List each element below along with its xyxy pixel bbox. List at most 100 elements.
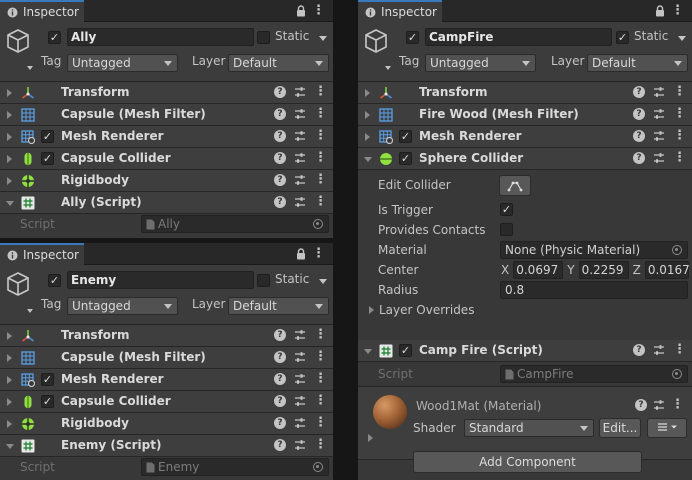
script-object-field[interactable]: Ally bbox=[141, 215, 329, 233]
component-enabled-checkbox[interactable] bbox=[41, 152, 54, 165]
component-transform[interactable]: Transform ? ⋮ bbox=[0, 82, 333, 104]
foldout-arrow-icon[interactable] bbox=[7, 420, 12, 428]
tab-inspector[interactable]: Inspector bbox=[0, 243, 84, 265]
foldout-arrow-icon[interactable] bbox=[7, 354, 12, 362]
component-enabled-checkbox[interactable] bbox=[41, 395, 54, 408]
preset-sliders-icon[interactable] bbox=[653, 86, 665, 98]
component-enabled-checkbox[interactable] bbox=[41, 130, 54, 143]
component-capsule-collider[interactable]: Capsule Collider ?⋮ bbox=[0, 391, 333, 413]
object-picker-icon[interactable] bbox=[313, 462, 323, 472]
static-checkbox[interactable] bbox=[257, 31, 270, 44]
component-menu-icon[interactable]: ⋮ bbox=[314, 173, 327, 186]
preset-sliders-icon[interactable] bbox=[294, 329, 306, 341]
component-menu-icon[interactable]: ⋮ bbox=[314, 85, 327, 98]
is-trigger-checkbox[interactable] bbox=[500, 203, 513, 216]
component-mesh-filter[interactable]: Capsule (Mesh Filter) ? ⋮ bbox=[0, 347, 333, 369]
foldout-arrow-icon[interactable] bbox=[7, 89, 12, 97]
component-script[interactable]: Camp Fire (Script) ?⋮ bbox=[358, 340, 692, 362]
center-x-field[interactable]: 0.0697 bbox=[513, 261, 564, 279]
tag-dropdown[interactable]: Untagged bbox=[67, 54, 178, 72]
object-picker-icon[interactable] bbox=[672, 369, 682, 379]
preset-sliders-icon[interactable] bbox=[294, 395, 306, 407]
gameobject-name-field[interactable]: Enemy bbox=[67, 271, 254, 289]
component-menu-icon[interactable]: ⋮ bbox=[673, 107, 686, 120]
gameobject-active-checkbox[interactable] bbox=[406, 31, 419, 44]
preset-sliders-icon[interactable] bbox=[294, 373, 306, 385]
help-icon[interactable]: ? bbox=[633, 344, 645, 356]
tab-menu-icon[interactable]: ⋮ bbox=[312, 3, 325, 18]
axis-y-label[interactable]: Y bbox=[567, 263, 574, 277]
component-menu-icon[interactable]: ⋮ bbox=[314, 350, 327, 363]
component-rigidbody[interactable]: Rigidbody ? ⋮ bbox=[0, 170, 333, 192]
add-component-button[interactable]: Add Component bbox=[413, 451, 642, 473]
preset-sliders-icon[interactable] bbox=[653, 130, 665, 142]
foldout-arrow-icon[interactable] bbox=[364, 349, 372, 354]
gameobject-name-field[interactable]: CampFire bbox=[425, 28, 612, 46]
foldout-arrow-icon[interactable] bbox=[364, 157, 372, 162]
foldout-arrow-icon[interactable] bbox=[369, 306, 374, 314]
lock-icon[interactable] bbox=[296, 248, 306, 260]
layer-dropdown[interactable]: Default bbox=[228, 297, 329, 315]
component-enabled-checkbox[interactable] bbox=[399, 130, 412, 143]
component-mesh-renderer[interactable]: Mesh Renderer ?⋮ bbox=[0, 126, 333, 148]
foldout-arrow-icon[interactable] bbox=[7, 133, 12, 141]
foldout-arrow-icon[interactable] bbox=[7, 376, 12, 384]
component-menu-icon[interactable]: ⋮ bbox=[673, 151, 686, 164]
axis-z-label[interactable]: Z bbox=[633, 263, 641, 277]
component-mesh-renderer[interactable]: Mesh Renderer ?⋮ bbox=[358, 126, 692, 148]
preset-sliders-icon[interactable] bbox=[294, 108, 306, 120]
tag-dropdown[interactable]: Untagged bbox=[67, 297, 178, 315]
foldout-arrow-icon[interactable] bbox=[7, 155, 12, 163]
component-menu-icon[interactable]: ⋮ bbox=[671, 398, 684, 411]
component-enabled-checkbox[interactable] bbox=[41, 373, 54, 386]
tab-menu-icon[interactable]: ⋮ bbox=[671, 3, 684, 18]
layer-dropdown[interactable]: Default bbox=[587, 54, 688, 72]
help-icon[interactable]: ? bbox=[274, 373, 286, 385]
static-checkbox[interactable] bbox=[257, 274, 270, 287]
component-enabled-checkbox[interactable] bbox=[399, 152, 412, 165]
center-y-field[interactable]: 0.2259 bbox=[578, 261, 629, 279]
component-enabled-checkbox[interactable] bbox=[399, 344, 412, 357]
component-menu-icon[interactable]: ⋮ bbox=[314, 328, 327, 341]
help-icon[interactable]: ? bbox=[274, 196, 286, 208]
shader-edit-button[interactable]: Edit... bbox=[599, 418, 641, 438]
material-field[interactable]: None (Physic Material) bbox=[500, 241, 688, 259]
static-dropdown-caret[interactable] bbox=[678, 36, 686, 41]
foldout-arrow-icon[interactable] bbox=[365, 133, 370, 141]
preset-sliders-icon[interactable] bbox=[653, 399, 665, 411]
foldout-arrow-icon[interactable] bbox=[7, 332, 12, 340]
help-icon[interactable]: ? bbox=[274, 152, 286, 164]
foldout-arrow-icon[interactable] bbox=[365, 89, 370, 97]
shader-dropdown[interactable]: Standard bbox=[464, 419, 594, 437]
component-mesh-filter[interactable]: Capsule (Mesh Filter) ? ⋮ bbox=[0, 104, 333, 126]
icon-dropdown-caret[interactable] bbox=[27, 66, 33, 70]
object-picker-icon[interactable] bbox=[313, 219, 323, 229]
help-icon[interactable]: ? bbox=[274, 130, 286, 142]
axis-x-label[interactable]: X bbox=[501, 263, 509, 277]
component-menu-icon[interactable]: ⋮ bbox=[673, 129, 686, 142]
foldout-arrow-icon[interactable] bbox=[368, 434, 373, 442]
help-icon[interactable]: ? bbox=[635, 399, 647, 411]
layer-dropdown[interactable]: Default bbox=[228, 54, 329, 72]
tag-dropdown[interactable]: Untagged bbox=[425, 54, 536, 72]
component-menu-icon[interactable]: ⋮ bbox=[314, 195, 327, 208]
gameobject-active-checkbox[interactable] bbox=[48, 274, 61, 287]
help-icon[interactable]: ? bbox=[274, 395, 286, 407]
tab-menu-icon[interactable]: ⋮ bbox=[312, 246, 325, 261]
component-mesh-filter[interactable]: Fire Wood (Mesh Filter) ? ⋮ bbox=[358, 104, 692, 126]
component-mesh-renderer[interactable]: Mesh Renderer ?⋮ bbox=[0, 369, 333, 391]
component-rigidbody[interactable]: Rigidbody ? ⋮ bbox=[0, 413, 333, 435]
help-icon[interactable]: ? bbox=[274, 108, 286, 120]
help-icon[interactable]: ? bbox=[274, 351, 286, 363]
lock-icon[interactable] bbox=[296, 5, 306, 17]
foldout-arrow-icon[interactable] bbox=[7, 111, 12, 119]
static-dropdown-caret[interactable] bbox=[319, 279, 327, 284]
help-icon[interactable]: ? bbox=[633, 108, 645, 120]
shader-list-button[interactable] bbox=[647, 418, 687, 438]
component-script[interactable]: Ally (Script) ? ⋮ bbox=[0, 192, 333, 214]
component-menu-icon[interactable]: ⋮ bbox=[314, 394, 327, 407]
script-object-field[interactable]: Enemy bbox=[141, 458, 329, 476]
icon-dropdown-caret[interactable] bbox=[27, 309, 33, 313]
gameobject-active-checkbox[interactable] bbox=[48, 31, 61, 44]
help-icon[interactable]: ? bbox=[633, 130, 645, 142]
